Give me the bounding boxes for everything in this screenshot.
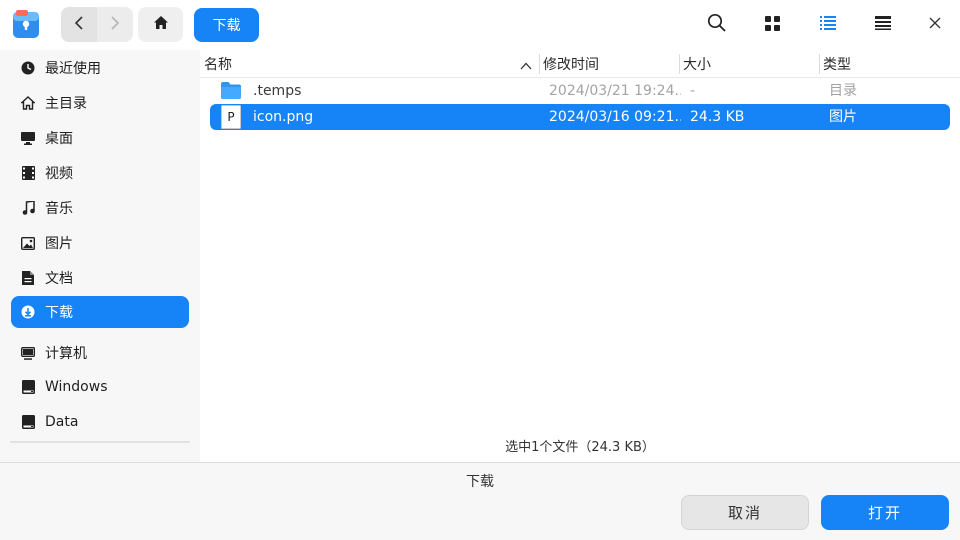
desktop-icon xyxy=(20,130,36,146)
clock-icon xyxy=(20,60,36,76)
sidebar-item-label: 下载 xyxy=(45,305,73,321)
file-size: 24.3 KB xyxy=(690,109,745,125)
sidebar-item-label: 视频 xyxy=(45,166,73,182)
open-button[interactable]: 打开 xyxy=(821,495,949,530)
home-icon xyxy=(153,15,169,34)
computer-icon xyxy=(20,345,36,361)
column-header-modified[interactable]: 修改时间 xyxy=(543,50,677,77)
column-header-label: 名称 xyxy=(204,56,232,73)
table-row[interactable]: P icon.png 2024/03/16 09:21... 24.3 KB 图… xyxy=(210,104,950,130)
search-button[interactable] xyxy=(701,9,733,41)
column-separator[interactable] xyxy=(679,54,680,74)
file-size: - xyxy=(690,83,696,99)
sidebar-item-label: 音乐 xyxy=(45,201,73,217)
sidebar-item-videos[interactable]: 视频 xyxy=(11,157,189,189)
sidebar-item-downloads[interactable]: 下载 xyxy=(11,296,189,328)
back-icon xyxy=(74,15,84,34)
search-icon xyxy=(707,13,727,37)
sidebar-item-label: 最近使用 xyxy=(45,61,101,77)
list-view-button[interactable] xyxy=(812,9,844,41)
close-button[interactable] xyxy=(919,9,951,41)
sidebar: 最近使用 主目录 桌面 视频 音乐 图片 文档 下载 计算机 Windows D… xyxy=(0,50,200,462)
disk-icon xyxy=(20,414,36,430)
file-name: icon.png xyxy=(253,109,314,125)
file-name: .temps xyxy=(253,83,302,99)
file-type: 图片 xyxy=(829,109,857,125)
sidebar-item-label: 主目录 xyxy=(45,96,87,112)
icon-view-icon xyxy=(764,15,780,35)
column-separator[interactable] xyxy=(539,54,540,74)
home-icon xyxy=(20,95,36,111)
sidebar-item-label: Windows xyxy=(45,379,108,395)
details-view-button[interactable] xyxy=(867,9,899,41)
titlebar: 下载 xyxy=(0,0,960,50)
music-icon xyxy=(20,200,36,216)
details-view-icon xyxy=(875,16,891,34)
document-icon xyxy=(20,270,36,286)
sidebar-item-pictures[interactable]: 图片 xyxy=(11,227,189,259)
sort-ascending-icon xyxy=(520,58,532,74)
image-icon xyxy=(20,235,36,251)
sidebar-item-label: 文档 xyxy=(45,271,73,287)
column-header-label: 大小 xyxy=(683,56,711,73)
file-type-letter: P xyxy=(227,110,235,124)
image-file-icon: P xyxy=(220,105,242,129)
breadcrumb-downloads[interactable]: 下载 xyxy=(194,8,259,42)
sidebar-item-label: Data xyxy=(45,414,79,430)
file-manager-app-icon xyxy=(12,9,40,39)
forward-button[interactable] xyxy=(97,7,133,42)
back-button[interactable] xyxy=(61,7,97,42)
sidebar-item-windows[interactable]: Windows xyxy=(11,371,189,403)
dialog-footer: 下载 取消 打开 xyxy=(0,462,960,540)
cancel-button[interactable]: 取消 xyxy=(681,495,809,530)
icon-view-button[interactable] xyxy=(756,9,788,41)
film-icon xyxy=(20,165,36,181)
sidebar-item-recent[interactable]: 最近使用 xyxy=(11,52,189,84)
sidebar-item-data[interactable]: Data xyxy=(11,406,189,438)
file-modified: 2024/03/21 19:24... xyxy=(549,83,681,99)
file-type: 目录 xyxy=(829,83,857,99)
sidebar-item-music[interactable]: 音乐 xyxy=(11,192,189,224)
history-nav xyxy=(61,7,133,42)
file-list: 名称 修改时间 大小 类型 .temps 2024/03/21 19:24...… xyxy=(200,50,960,462)
column-header-label: 类型 xyxy=(823,56,851,73)
forward-icon xyxy=(110,15,120,34)
sidebar-divider xyxy=(10,441,190,443)
column-header-type[interactable]: 类型 xyxy=(823,50,953,77)
sidebar-item-home[interactable]: 主目录 xyxy=(11,87,189,119)
column-header-label: 修改时间 xyxy=(543,56,599,73)
sidebar-item-label: 桌面 xyxy=(45,131,73,147)
sidebar-item-desktop[interactable]: 桌面 xyxy=(11,122,189,154)
sidebar-item-documents[interactable]: 文档 xyxy=(11,262,189,294)
file-modified: 2024/03/16 09:21... xyxy=(549,109,681,125)
column-separator[interactable] xyxy=(819,54,820,74)
sidebar-item-computer[interactable]: 计算机 xyxy=(11,337,189,369)
sidebar-item-label: 图片 xyxy=(45,236,73,252)
list-view-icon xyxy=(820,16,836,34)
sidebar-item-label: 计算机 xyxy=(45,346,87,362)
disk-icon xyxy=(20,379,36,395)
home-button[interactable] xyxy=(138,7,183,42)
column-header-size[interactable]: 大小 xyxy=(683,50,817,77)
close-icon xyxy=(929,17,941,33)
selection-status: 选中1个文件（24.3 KB） xyxy=(505,440,655,455)
column-header-name[interactable]: 名称 xyxy=(204,50,538,77)
download-icon xyxy=(20,304,36,320)
table-row[interactable]: .temps 2024/03/21 19:24... - 目录 xyxy=(210,78,950,104)
folder-icon xyxy=(220,80,242,102)
current-directory-label: 下载 xyxy=(466,474,494,490)
